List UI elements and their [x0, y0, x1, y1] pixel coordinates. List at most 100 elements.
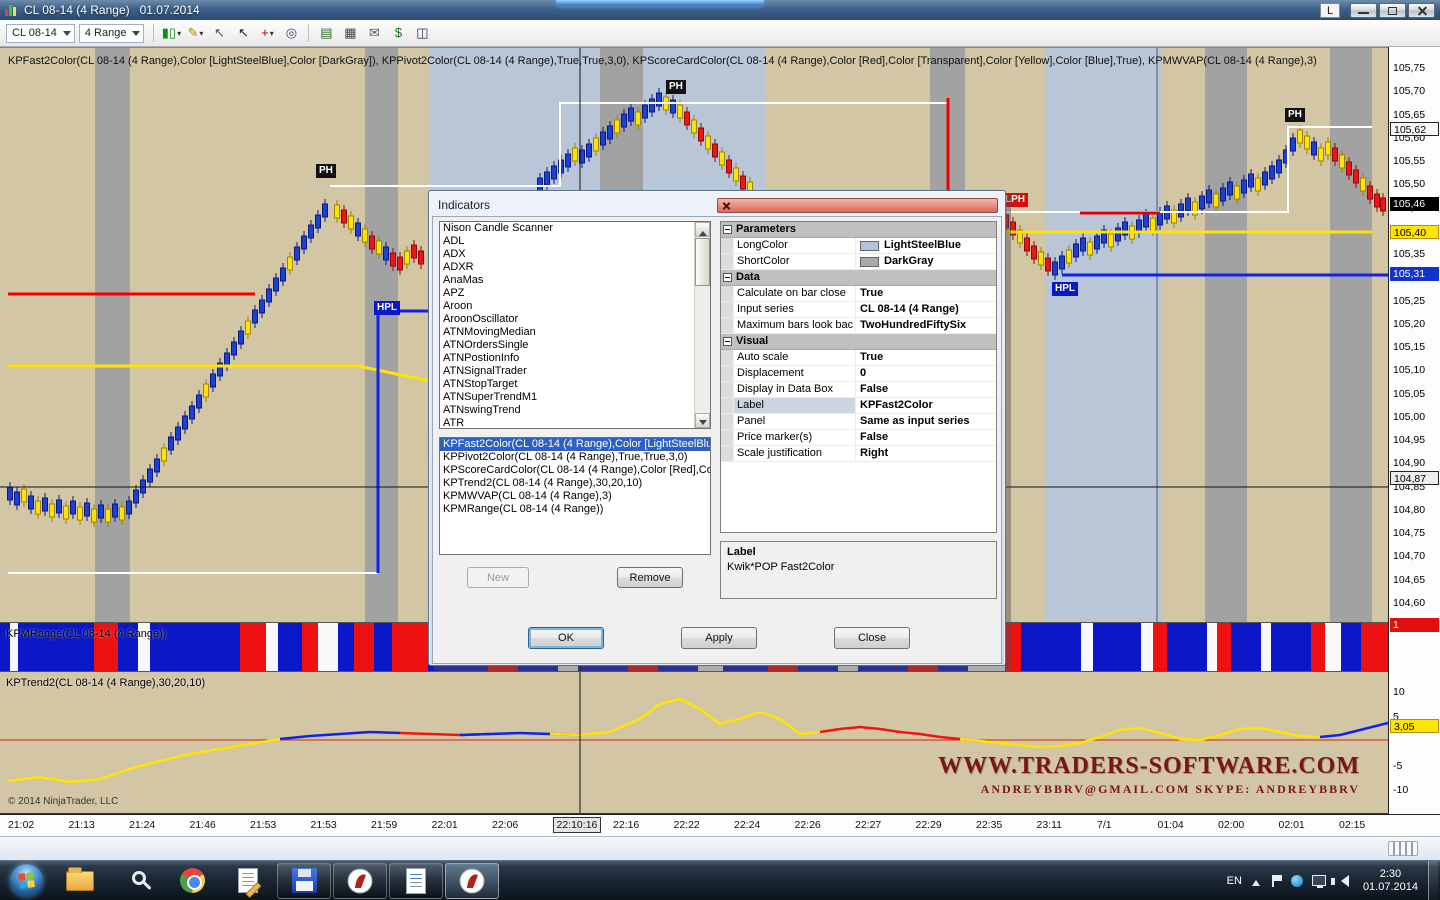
volume-icon[interactable] [1335, 875, 1349, 887]
window-title: CL 08-14 (4 Range) 01.07.2014 [24, 3, 200, 17]
kptrend-panel[interactable]: KPTrend2(CL 08-14 (4 Range),30,20,10) WW… [0, 672, 1388, 814]
available-indicator-item[interactable]: AroonOscillator [440, 313, 710, 326]
draw-tools-icon[interactable]: ✎▾ [184, 23, 206, 43]
new-button[interactable]: New [467, 567, 529, 588]
minimize-button[interactable] [1350, 3, 1377, 18]
apply-button[interactable]: Apply [681, 627, 757, 649]
price-tick-label: 105,50 [1393, 178, 1425, 191]
available-indicator-item[interactable]: ATNOrdersSingle [440, 339, 710, 352]
scroll-thumb[interactable] [695, 238, 710, 286]
property-row[interactable]: LabelKPFast2Color [721, 398, 996, 414]
time-label: 22:22 [674, 819, 700, 831]
link-button[interactable]: L [1320, 3, 1340, 18]
property-section-row[interactable]: Visual [721, 334, 996, 350]
available-indicator-item[interactable]: ATNswingTrend [440, 404, 710, 417]
collapse-icon[interactable] [723, 225, 732, 234]
window-close-button[interactable] [1408, 3, 1435, 18]
property-gutter [721, 302, 734, 317]
price-axis[interactable]: 105,75105,70105,65105,60105,55105,50105,… [1388, 47, 1440, 814]
taskbar-ninjatrader-button[interactable] [333, 863, 387, 899]
available-indicator-item[interactable]: ATNSignalTrader [440, 365, 710, 378]
chart-annotation-ph: PH [666, 80, 686, 94]
crosshair-icon[interactable]: +▾ [256, 23, 278, 43]
available-indicator-item[interactable]: ATNStopTarget [440, 378, 710, 391]
data-series-icon[interactable]: ▦ [339, 23, 361, 43]
collapse-icon[interactable] [723, 337, 732, 346]
list-scrollbar[interactable] [694, 222, 710, 428]
available-indicator-item[interactable]: AnaMas [440, 274, 710, 287]
property-row[interactable]: Scale justificationRight [721, 446, 996, 462]
action-center-flag-icon[interactable] [1272, 875, 1282, 887]
dialog-close-button[interactable] [717, 198, 998, 213]
ok-button[interactable]: OK [528, 627, 604, 649]
account-dollar-icon[interactable]: $ [387, 23, 409, 43]
available-indicator-item[interactable]: ATNPostionInfo [440, 352, 710, 365]
configured-indicator-item[interactable]: KPPivot2Color(CL 08-14 (4 Range),True,Tr… [440, 451, 710, 464]
taskbar-chrome-button[interactable] [165, 863, 219, 899]
tray-clock[interactable]: 2:30 01.07.2014 [1363, 868, 1418, 894]
scroll-down-icon[interactable] [695, 413, 710, 428]
taskbar-editor-button[interactable] [389, 863, 443, 899]
available-indicator-list[interactable]: Nison Candle ScannerADLADXADXRAnaMasAPZA… [439, 221, 711, 429]
property-row[interactable]: Input seriesCL 08-14 (4 Range) [721, 302, 996, 318]
chart-trader-icon[interactable]: ▤ [315, 23, 337, 43]
horizontal-scrollbar[interactable] [0, 836, 1440, 860]
remove-button[interactable]: Remove [617, 567, 683, 588]
collapse-icon[interactable] [723, 273, 732, 282]
taskbar-search-button[interactable] [109, 863, 163, 899]
configured-indicator-item[interactable]: KPFast2Color(CL 08-14 (4 Range),Color [L… [440, 438, 710, 451]
property-row[interactable]: ShortColorDarkGray [721, 254, 996, 270]
available-indicator-item[interactable]: ADX [440, 248, 710, 261]
start-button[interactable] [0, 861, 52, 900]
available-indicator-item[interactable]: Nison Candle Scanner [440, 222, 710, 235]
time-label: 22:26 [795, 819, 821, 831]
property-row[interactable]: LongColorLightSteelBlue [721, 238, 996, 254]
pointer-icon[interactable]: ↖ [232, 23, 254, 43]
show-desktop-button[interactable] [1428, 861, 1438, 900]
configured-indicator-item[interactable]: KPTrend2(CL 08-14 (4 Range),30,20,10) [440, 477, 710, 490]
configured-indicator-item[interactable]: KPMRange(CL 08-14 (4 Range)) [440, 503, 710, 516]
available-indicator-item[interactable]: ATR [440, 417, 710, 429]
property-row[interactable]: Displacement0 [721, 366, 996, 382]
available-indicator-item[interactable]: Aroon [440, 300, 710, 313]
taskbar-explorer-button[interactable] [53, 863, 107, 899]
period-selector[interactable]: 4 Range [79, 24, 145, 43]
restore-button[interactable] [1379, 3, 1406, 18]
marker-add-icon[interactable]: ↖ [208, 23, 230, 43]
dialog-titlebar[interactable]: Indicators [432, 194, 1002, 216]
chart-type-icon[interactable]: ▮▯▾ [160, 23, 182, 43]
zoom-icon[interactable]: ◎ [280, 23, 302, 43]
network-icon[interactable] [1312, 875, 1326, 886]
available-indicator-item[interactable]: ADXR [440, 261, 710, 274]
available-indicator-item[interactable]: ATNSuperTrendM1 [440, 391, 710, 404]
property-section-row[interactable]: Data [721, 270, 996, 286]
configured-indicator-item[interactable]: KPMWVAP(CL 08-14 (4 Range),3) [440, 490, 710, 503]
property-row[interactable]: Calculate on bar closeTrue [721, 286, 996, 302]
scroll-up-icon[interactable] [695, 222, 710, 237]
tray-expand-icon[interactable] [1252, 876, 1260, 886]
property-grid[interactable]: ParametersLongColorLightSteelBlueShortCo… [720, 221, 997, 533]
instrument-selector[interactable]: CL 08-14 [6, 24, 75, 43]
mail-icon[interactable]: ✉ [363, 23, 385, 43]
tray-app-icon[interactable] [1291, 875, 1303, 887]
window-grid-icon[interactable]: ◫ [411, 23, 433, 43]
scrollbar-grip[interactable] [1388, 841, 1418, 856]
property-row[interactable]: PanelSame as input series [721, 414, 996, 430]
property-section-row[interactable]: Parameters [721, 222, 996, 238]
available-indicator-item[interactable]: ATNMovingMedian [440, 326, 710, 339]
price-tick-label: 104,95 [1393, 434, 1425, 447]
configured-indicator-list[interactable]: KPFast2Color(CL 08-14 (4 Range),Color [L… [439, 437, 711, 555]
taskbar-notepad-button[interactable] [221, 863, 275, 899]
dialog-close-action-button[interactable]: Close [834, 627, 910, 649]
taskbar-save-app-button[interactable] [277, 863, 331, 899]
configured-indicator-item[interactable]: KPScoreCardColor(CL 08-14 (4 Range),Colo… [440, 464, 710, 477]
property-row[interactable]: Display in Data BoxFalse [721, 382, 996, 398]
property-row[interactable]: Auto scaleTrue [721, 350, 996, 366]
available-indicator-item[interactable]: ADL [440, 235, 710, 248]
tray-language-indicator[interactable]: EN [1227, 875, 1242, 887]
taskbar-ninjatrader-2-button[interactable] [445, 863, 499, 899]
property-row[interactable]: Price marker(s)False [721, 430, 996, 446]
time-axis[interactable]: 21:0221:1321:2421:4621:5321:5321:5922:01… [0, 814, 1440, 836]
available-indicator-item[interactable]: APZ [440, 287, 710, 300]
property-row[interactable]: Maximum bars look bacTwoHundredFiftySix [721, 318, 996, 334]
